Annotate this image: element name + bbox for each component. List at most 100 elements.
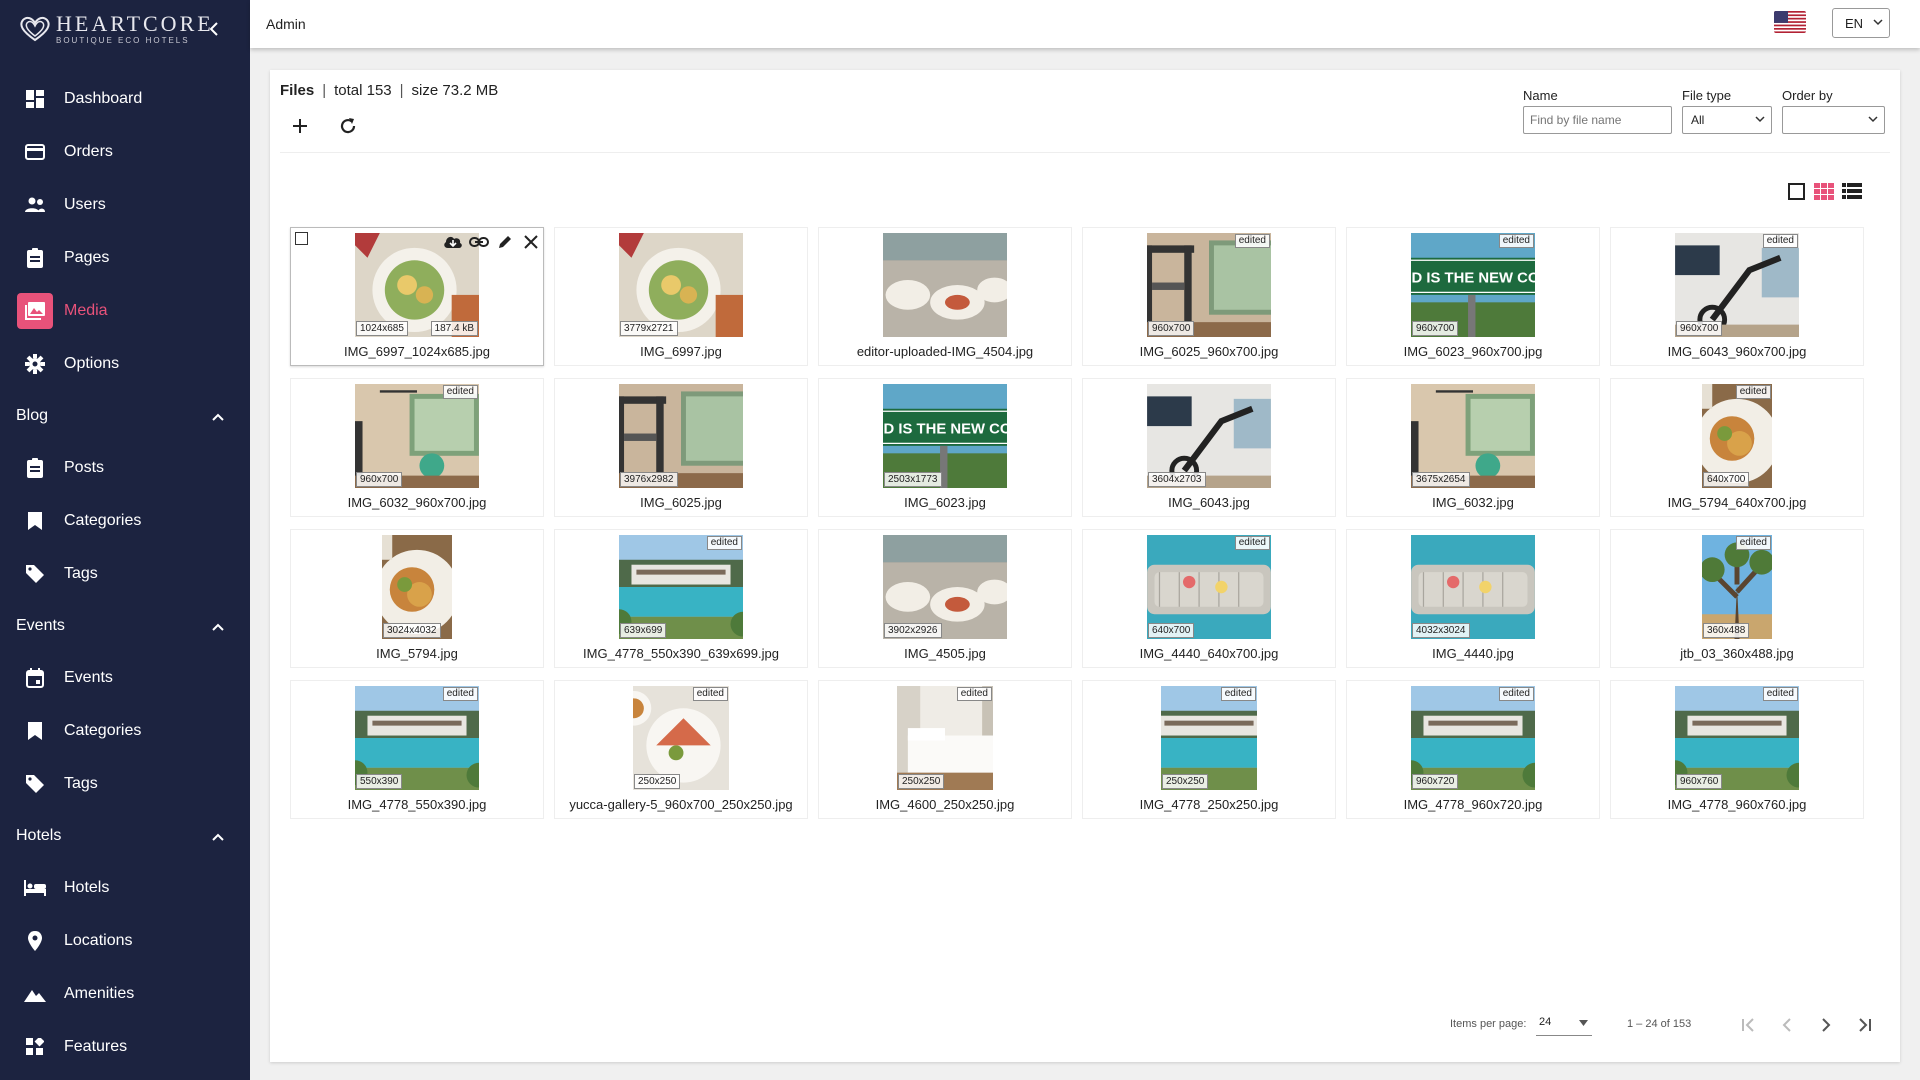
language-select[interactable]: EN — [1832, 8, 1890, 38]
media-thumbnail: 250x250 edited — [633, 686, 729, 790]
previous-page-button[interactable] — [1774, 1012, 1800, 1038]
file-name: IMG_4778_960x720.jpg — [1403, 797, 1543, 812]
media-tile[interactable]: 640x700 edited IMG_5794_640x700.jpg — [1610, 378, 1864, 517]
media-thumbnail: 360x488 edited — [1702, 535, 1772, 639]
credit-card-icon — [24, 141, 46, 163]
file-name: jtb_03_360x488.jpg — [1680, 646, 1794, 661]
select-checkbox[interactable] — [295, 232, 308, 245]
media-tile[interactable]: 3675x2654 IMG_6032.jpg — [1346, 378, 1600, 517]
view-grid-button[interactable] — [1813, 180, 1835, 202]
sidebar-item-media[interactable]: Media — [0, 284, 250, 337]
us-flag-icon[interactable] — [1774, 11, 1806, 33]
close-icon[interactable] — [520, 232, 542, 252]
media-tile[interactable]: 250x250 edited IMG_4778_250x250.jpg — [1082, 680, 1336, 819]
media-tile[interactable]: 1024x685 187.4 kB IMG_6997_1024x685.jpg — [290, 227, 544, 366]
sidebar-item-options[interactable]: Options — [0, 337, 250, 390]
dimensions-badge: 250x250 — [634, 774, 681, 789]
media-tile[interactable]: 3779x2721 IMG_6997.jpg — [554, 227, 808, 366]
sidebar-section-hotels[interactable]: Hotels — [0, 810, 250, 861]
dimensions-badge: 3976x2982 — [620, 472, 678, 487]
sidebar-item-label: Orders — [64, 142, 113, 160]
media-tile[interactable]: 960x700 edited IMG_6032_960x700.jpg — [290, 378, 544, 517]
brand-logo[interactable]: HEARTCORE BOUTIQUE ECO HOTELS — [0, 0, 250, 58]
sidebar-item-pages[interactable]: Pages — [0, 231, 250, 284]
sidebar-item-event-categories[interactable]: Categories — [0, 704, 250, 757]
file-type-value: All — [1691, 113, 1705, 127]
sidebar-item-label: Users — [64, 195, 106, 213]
media-tile[interactable]: editor-uploaded-IMG_4504.jpg — [818, 227, 1072, 366]
add-file-button[interactable] — [286, 112, 314, 140]
file-name: IMG_4778_550x390.jpg — [347, 797, 487, 812]
media-tile[interactable]: 3024x4032 IMG_5794.jpg — [290, 529, 544, 668]
dimensions-badge: 960x720 — [1412, 774, 1459, 789]
sidebar-item-features[interactable]: Features — [0, 1020, 250, 1073]
chevron-down-icon — [1868, 115, 1878, 125]
sidebar-item-blog-categories[interactable]: Categories — [0, 494, 250, 547]
sidebar-section-blog[interactable]: Blog — [0, 390, 250, 441]
media-tile[interactable]: 640x700 edited IMG_4440_640x700.jpg — [1082, 529, 1336, 668]
download-icon[interactable] — [442, 232, 464, 252]
media-tile[interactable]: 550x390 edited IMG_4778_550x390.jpg — [290, 680, 544, 819]
sidebar-item-label: Pages — [64, 248, 110, 266]
last-page-button[interactable] — [1852, 1012, 1878, 1038]
sidebar-item-blog-tags[interactable]: Tags — [0, 547, 250, 600]
sidebar-item-hotels[interactable]: Hotels — [0, 861, 250, 914]
first-page-button[interactable] — [1735, 1012, 1761, 1038]
media-thumbnail: 3902x2926 — [883, 535, 1007, 639]
items-per-page-label: Items per page: — [1450, 1018, 1527, 1030]
media-tile[interactable]: KIND IS THE NEW COOL 2503x1773 IMG_6023.jp… — [818, 378, 1072, 517]
file-name: IMG_4505.jpg — [904, 646, 986, 661]
media-tile[interactable]: 639x699 edited IMG_4778_550x390_639x699.jp… — [554, 529, 808, 668]
sidebar-item-event-tags[interactable]: Tags — [0, 757, 250, 810]
link-icon[interactable] — [468, 232, 490, 252]
order-by-select[interactable] — [1782, 106, 1885, 134]
media-tile[interactable]: 250x250 edited IMG_4600_250x250.jpg — [818, 680, 1072, 819]
sidebar-item-dashboard[interactable]: Dashboard — [0, 72, 250, 125]
sidebar-item-posts[interactable]: Posts — [0, 441, 250, 494]
list-view-icon — [1842, 182, 1862, 199]
edited-badge: edited — [1735, 385, 1771, 399]
page-context-title: Admin — [266, 16, 306, 32]
edit-pencil-icon[interactable] — [494, 232, 516, 252]
media-tile[interactable]: 3976x2982 IMG_6025.jpg — [554, 378, 808, 517]
files-total: total 153 — [334, 82, 392, 99]
media-tile[interactable]: 960x720 edited IMG_4778_960x720.jpg — [1346, 680, 1600, 819]
sidebar-item-events[interactable]: Events — [0, 651, 250, 704]
separator: | — [399, 82, 404, 99]
sidebar-item-users[interactable]: Users — [0, 178, 250, 231]
grid-view-icon — [1814, 182, 1834, 200]
collapse-sidebar-button[interactable] — [204, 19, 224, 39]
next-page-button[interactable] — [1813, 1012, 1839, 1038]
bed-icon — [24, 877, 46, 899]
files-title: Files — [280, 82, 315, 99]
brand-tagline: BOUTIQUE ECO HOTELS — [56, 36, 190, 45]
file-name: IMG_6023_960x700.jpg — [1403, 344, 1543, 359]
media-tile[interactable]: 960x700 edited IMG_6025_960x700.jpg — [1082, 227, 1336, 366]
media-tile[interactable]: 960x700 edited IMG_6043_960x700.jpg — [1610, 227, 1864, 366]
name-filter-input[interactable] — [1523, 106, 1672, 134]
media-tile[interactable]: 3902x2926 IMG_4505.jpg — [818, 529, 1072, 668]
view-list-button[interactable] — [1841, 180, 1863, 202]
sidebar-section-events[interactable]: Events — [0, 600, 250, 651]
media-tile[interactable]: 360x488 edited jtb_03_360x488.jpg — [1610, 529, 1864, 668]
view-single-button[interactable] — [1785, 180, 1807, 202]
dimensions-badge: 639x699 — [620, 623, 667, 638]
dimensions-badge: 550x390 — [356, 774, 403, 789]
language-value: EN — [1845, 15, 1864, 31]
location-pin-icon — [24, 930, 46, 952]
sidebar-item-amenities[interactable]: Amenities — [0, 967, 250, 1020]
media-tile[interactable]: 250x250 edited yucca-gallery-5_960x700_250… — [554, 680, 808, 819]
sidebar-item-orders[interactable]: Orders — [0, 125, 250, 178]
items-per-page-select[interactable]: 24 — [1536, 1016, 1592, 1036]
media-tile[interactable]: 960x760 edited IMG_4778_960x760.jpg — [1610, 680, 1864, 819]
edited-badge: edited — [1762, 234, 1798, 248]
file-type-select[interactable]: All — [1682, 106, 1772, 134]
media-tile[interactable]: 3604x2703 IMG_6043.jpg — [1082, 378, 1336, 517]
sidebar-item-locations[interactable]: Locations — [0, 914, 250, 967]
sidebar-item-label: Hotels — [64, 878, 110, 896]
sidebar-item-label: Amenities — [64, 984, 135, 1002]
media-tile[interactable]: 4032x3024 IMG_4440.jpg — [1346, 529, 1600, 668]
media-tile[interactable]: KIND IS THE NEW COOL 960x700 edited IMG_602… — [1346, 227, 1600, 366]
media-thumbnail: 3675x2654 — [1411, 384, 1535, 488]
refresh-button[interactable] — [334, 112, 362, 140]
